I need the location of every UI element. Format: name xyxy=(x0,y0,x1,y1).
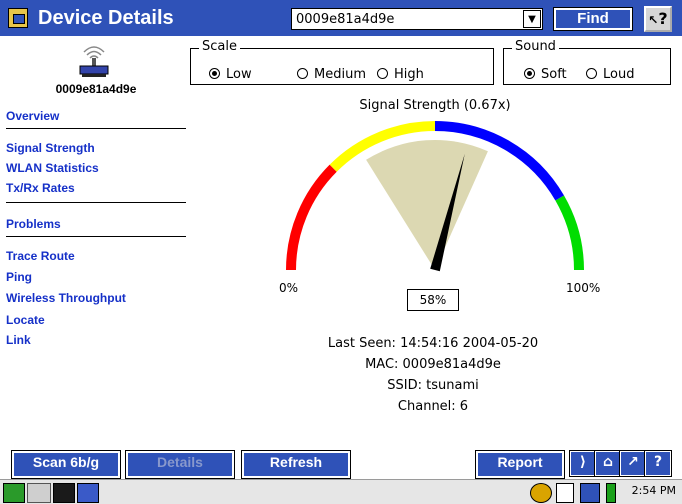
sidebar-item-tx-rx-rates[interactable]: Tx/Rx Rates xyxy=(6,180,75,196)
clock: 2:54 PM xyxy=(631,484,676,497)
start-icon[interactable] xyxy=(3,483,25,503)
radio-unselected-icon xyxy=(377,68,388,79)
network-status-icon[interactable] xyxy=(530,483,552,503)
sidebar-item-wlan-statistics[interactable]: WLAN Statistics xyxy=(6,160,99,176)
scale-low-radio[interactable]: Low xyxy=(209,67,252,83)
help-label: ? xyxy=(658,9,668,28)
radio-selected-icon xyxy=(209,68,220,79)
sidebar-item-trace-route[interactable]: Trace Route xyxy=(6,248,75,264)
help-icon[interactable]: ? xyxy=(644,450,672,477)
taskbar: 2:54 PM xyxy=(0,479,682,504)
scale-high-label: High xyxy=(394,67,424,82)
scale-group-label: Scale xyxy=(199,39,240,55)
scale-medium-label: Medium xyxy=(314,67,366,82)
scale-high-radio[interactable]: High xyxy=(377,67,424,83)
sidebar: 0009e81a4d9e Overview Signal Strength WL… xyxy=(0,36,192,446)
sound-group-label: Sound xyxy=(512,39,559,55)
speaker-icon[interactable] xyxy=(580,483,600,503)
app-menu-icon[interactable] xyxy=(8,8,28,28)
sidebar-item-problems[interactable]: Problems xyxy=(6,216,61,232)
radio-selected-icon xyxy=(524,68,535,79)
scale-medium-radio[interactable]: Medium xyxy=(297,67,366,83)
clipboard-icon[interactable] xyxy=(556,483,574,503)
battery-icon[interactable] xyxy=(606,483,616,503)
sidebar-item-ping[interactable]: Ping xyxy=(6,269,32,285)
gauge-arc-green xyxy=(555,195,584,271)
refresh-button[interactable]: Refresh xyxy=(241,450,351,479)
scale-group: Scale Low Medium High xyxy=(190,39,494,85)
tools-icon[interactable]: ↗ xyxy=(619,450,647,477)
sound-soft-label: Soft xyxy=(541,67,567,82)
channel-text: Channel: 6 xyxy=(397,399,469,414)
terminal-icon[interactable] xyxy=(53,483,75,503)
sound-loud-label: Loud xyxy=(603,67,635,82)
radio-unselected-icon xyxy=(586,68,597,79)
divider xyxy=(6,236,186,237)
device-select[interactable]: 0009e81a4d9e ▼ xyxy=(291,8,543,30)
details-button[interactable]: Details xyxy=(125,450,235,479)
mac-text: MAC: 0009e81a4d9e xyxy=(365,357,501,372)
gauge-value: 58% xyxy=(407,289,459,311)
gauge-arc-red xyxy=(286,164,337,271)
help-cursor-icon: ↖ xyxy=(648,13,659,27)
sidebar-item-overview[interactable]: Overview xyxy=(6,108,59,124)
window-icon[interactable] xyxy=(77,483,99,503)
exit-icon[interactable]: ⟩ xyxy=(569,450,597,477)
window-title: Device Details xyxy=(38,7,174,29)
device-select-value: 0009e81a4d9e xyxy=(296,12,395,27)
gauge-min-label: 0% xyxy=(279,281,299,295)
sidebar-item-signal-strength[interactable]: Signal Strength xyxy=(6,140,95,156)
gauge-max-label: 100% xyxy=(566,281,601,295)
find-button[interactable]: Find xyxy=(553,7,633,31)
radio-unselected-icon xyxy=(297,68,308,79)
sound-group: Sound Soft Loud xyxy=(503,39,671,85)
ssid-text: SSID: tsunami xyxy=(387,378,479,393)
help-button[interactable]: ↖? xyxy=(644,6,672,32)
device-name: 0009e81a4d9e xyxy=(55,82,137,96)
scan-button[interactable]: Scan 6b/g xyxy=(11,450,121,479)
sound-loud-radio[interactable]: Loud xyxy=(586,67,634,83)
chevron-down-icon[interactable]: ▼ xyxy=(523,10,541,28)
sound-soft-radio[interactable]: Soft xyxy=(524,67,567,83)
sidebar-item-wireless-throughput[interactable]: Wireless Throughput xyxy=(6,290,126,306)
keyboard-icon[interactable] xyxy=(27,483,51,503)
last-seen-text: Last Seen: 14:54:16 2004-05-20 xyxy=(327,336,539,351)
signal-gauge xyxy=(286,121,584,272)
divider xyxy=(6,202,186,203)
wireless-device-icon xyxy=(79,46,109,77)
scale-low-label: Low xyxy=(226,67,252,82)
home-icon[interactable]: ⌂ xyxy=(594,450,622,477)
gauge-range-wedge xyxy=(366,139,488,270)
sidebar-item-locate[interactable]: Locate xyxy=(6,312,45,328)
divider xyxy=(6,128,186,129)
sidebar-item-link[interactable]: Link xyxy=(6,332,31,348)
report-button[interactable]: Report xyxy=(475,450,565,479)
